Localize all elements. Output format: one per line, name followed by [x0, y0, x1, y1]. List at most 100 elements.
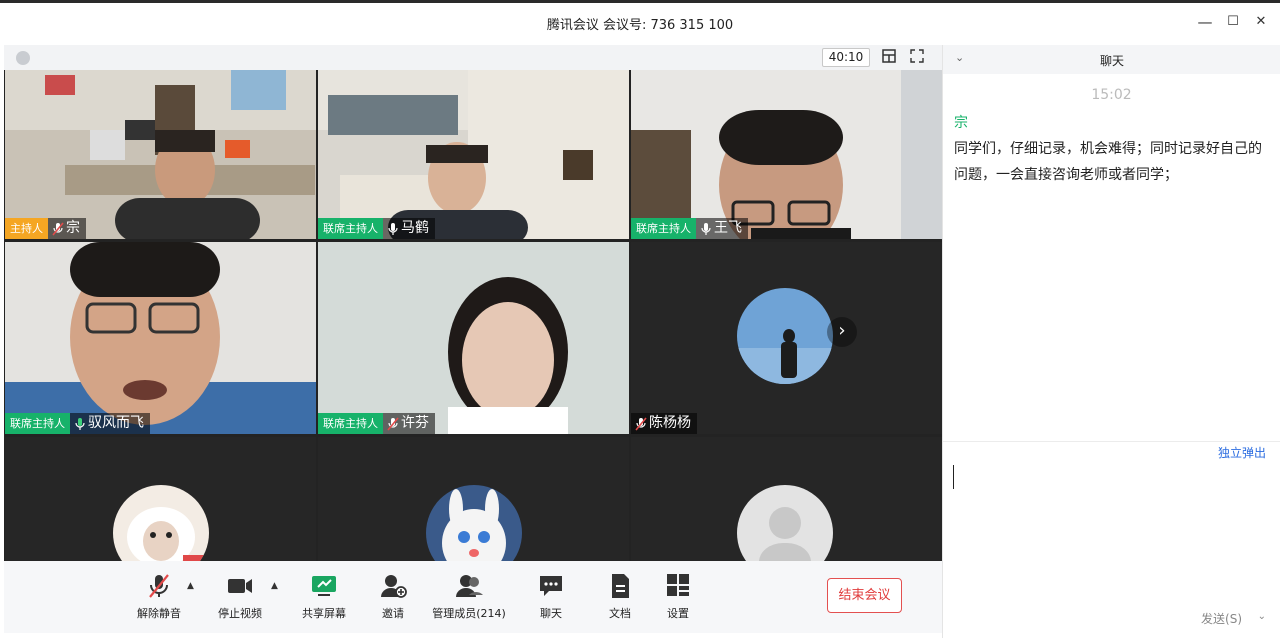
participant-name-wrap: 驭风而飞 [70, 413, 150, 434]
cohost-badge: 联席主持人 [5, 413, 70, 434]
participant-name: 驭风而飞 [88, 415, 144, 431]
members-icon [455, 573, 483, 599]
participant-tile[interactable] [631, 437, 942, 561]
manage-members-button[interactable]: 管理成员(214) [429, 573, 509, 621]
docs-button[interactable]: 文档 [590, 573, 650, 621]
mic-icon [701, 222, 711, 235]
meeting-window: 腾讯会议 会议号: 736 315 100 — ☐ ✕ 40:10 主持人 宗 … [0, 0, 1280, 638]
settings-grid-icon [664, 573, 692, 599]
docs-label: 文档 [609, 607, 631, 620]
participant-label: 联席主持人 王飞 [631, 218, 748, 239]
next-page-arrow[interactable]: › [827, 317, 857, 347]
maximize-button[interactable]: ☐ [1223, 12, 1243, 32]
minimize-button[interactable]: — [1195, 12, 1215, 32]
participant-avatar [737, 288, 833, 384]
unmute-label: 解除静音 [137, 607, 181, 620]
participant-label: 主持人 宗 [5, 218, 86, 239]
video-feed [5, 70, 316, 239]
participant-tile[interactable]: 主持人 宗 [5, 70, 316, 239]
popout-link[interactable]: 独立弹出 [1218, 444, 1266, 461]
cohost-badge: 联席主持人 [318, 218, 383, 239]
participant-tile[interactable]: 联席主持人 王飞 [631, 70, 942, 239]
message-sender: 宗 [954, 115, 968, 131]
top-edge [0, 0, 1280, 3]
cohost-badge: 联席主持人 [631, 218, 696, 239]
title-bar: 腾讯会议 会议号: 736 315 100 — ☐ ✕ [0, 0, 1280, 45]
mic-active-icon [75, 417, 85, 430]
video-feed [318, 70, 629, 239]
share-screen-label: 共享屏幕 [302, 607, 346, 620]
video-grid: 40:10 主持人 宗 联席主持人 马鹤 联席主持人 王飞 联席主持人 驭风而飞… [4, 45, 942, 561]
participant-name: 许芬 [401, 415, 429, 431]
video-feed [5, 242, 316, 434]
settings-button[interactable]: 设置 [648, 573, 708, 621]
share-screen-icon [310, 573, 338, 599]
video-options-caret[interactable]: ▲ [271, 581, 278, 591]
participant-name-wrap: 陈杨杨 [631, 413, 697, 434]
invite-button[interactable]: 邀请 [363, 573, 423, 621]
unmute-button[interactable]: 解除静音 [129, 573, 189, 621]
participant-name: 马鹤 [401, 220, 429, 236]
mic-muted-icon [635, 416, 647, 431]
meeting-timer: 40:10 [822, 48, 870, 67]
participant-avatar [426, 485, 522, 561]
chat-icon [537, 573, 565, 599]
send-options-chevron-icon[interactable]: ⌄ [1258, 611, 1266, 622]
participant-label: 联席主持人 许芬 [318, 413, 435, 434]
participant-label: 联席主持人 马鹤 [318, 218, 435, 239]
participant-tile[interactable]: 陈杨杨 [631, 242, 942, 434]
send-button[interactable]: 发送(S) [1201, 610, 1242, 627]
participant-name-wrap: 许芬 [383, 413, 435, 434]
invite-label: 邀请 [382, 607, 404, 620]
layout-icon[interactable] [880, 48, 898, 66]
end-meeting-button[interactable]: 结束会议 [827, 578, 902, 613]
invite-icon [379, 573, 407, 599]
participant-tile[interactable] [5, 437, 316, 561]
mic-muted-icon [387, 416, 399, 431]
camera-icon [226, 573, 254, 599]
manage-members-label: 管理成员(214) [432, 607, 506, 620]
mic-muted-icon [52, 221, 64, 236]
default-avatar-icon [737, 485, 833, 561]
participant-name-wrap: 王飞 [696, 218, 748, 239]
participant-name: 宗 [66, 220, 80, 236]
chat-panel: ⌄ 聊天 15:02 宗 同学们，仔细记录，机会难得；同时记录好自己的问题，一会… [942, 45, 1280, 638]
video-feed [318, 242, 629, 434]
meeting-toolbar: 解除静音 ▲ 停止视频 ▲ 共享屏幕 邀请 管理成员(214) 聊天 文档 设置… [4, 561, 942, 633]
participant-name-wrap: 宗 [48, 218, 86, 239]
participant-name: 陈杨杨 [649, 415, 691, 431]
chat-header: ⌄ 聊天 [943, 45, 1280, 74]
stop-video-label: 停止视频 [218, 607, 262, 620]
message-text: 同学们，仔细记录，机会难得；同时记录好自己的问题，一会直接咨询老师或者同学； [954, 141, 1262, 183]
participant-label: 联席主持人 驭风而飞 [5, 413, 150, 434]
mic-icon [388, 222, 398, 235]
video-top-bar: 40:10 [4, 45, 942, 70]
chat-title: 聊天 [1099, 54, 1124, 68]
participant-name: 王飞 [714, 220, 742, 236]
video-feed [631, 70, 942, 239]
cohost-badge: 联席主持人 [318, 413, 383, 434]
chat-input[interactable] [953, 465, 955, 489]
settings-label: 设置 [667, 607, 689, 620]
participant-tile[interactable]: 联席主持人 驭风而飞 [5, 242, 316, 434]
participant-tile[interactable]: 联席主持人 马鹤 [318, 70, 629, 239]
chat-button[interactable]: 聊天 [521, 573, 581, 621]
participant-tile[interactable]: 联席主持人 许芬 [318, 242, 629, 434]
window-title: 腾讯会议 会议号: 736 315 100 [546, 18, 734, 33]
participant-label: 陈杨杨 [631, 413, 697, 434]
host-badge: 主持人 [5, 218, 48, 239]
participant-name-wrap: 马鹤 [383, 218, 435, 239]
share-screen-button[interactable]: 共享屏幕 [294, 573, 354, 621]
audio-options-caret[interactable]: ▲ [187, 581, 194, 591]
divider [943, 441, 1280, 442]
fullscreen-icon[interactable] [908, 48, 926, 66]
shield-icon[interactable] [16, 51, 30, 65]
participant-tile[interactable] [318, 437, 629, 561]
chat-label: 聊天 [540, 607, 562, 620]
mic-muted-icon [145, 573, 173, 599]
stop-video-button[interactable]: 停止视频 [210, 573, 270, 621]
participant-avatar [113, 485, 209, 561]
message-timestamp: 15:02 [1091, 87, 1132, 103]
document-icon [606, 573, 634, 599]
close-button[interactable]: ✕ [1251, 12, 1271, 32]
